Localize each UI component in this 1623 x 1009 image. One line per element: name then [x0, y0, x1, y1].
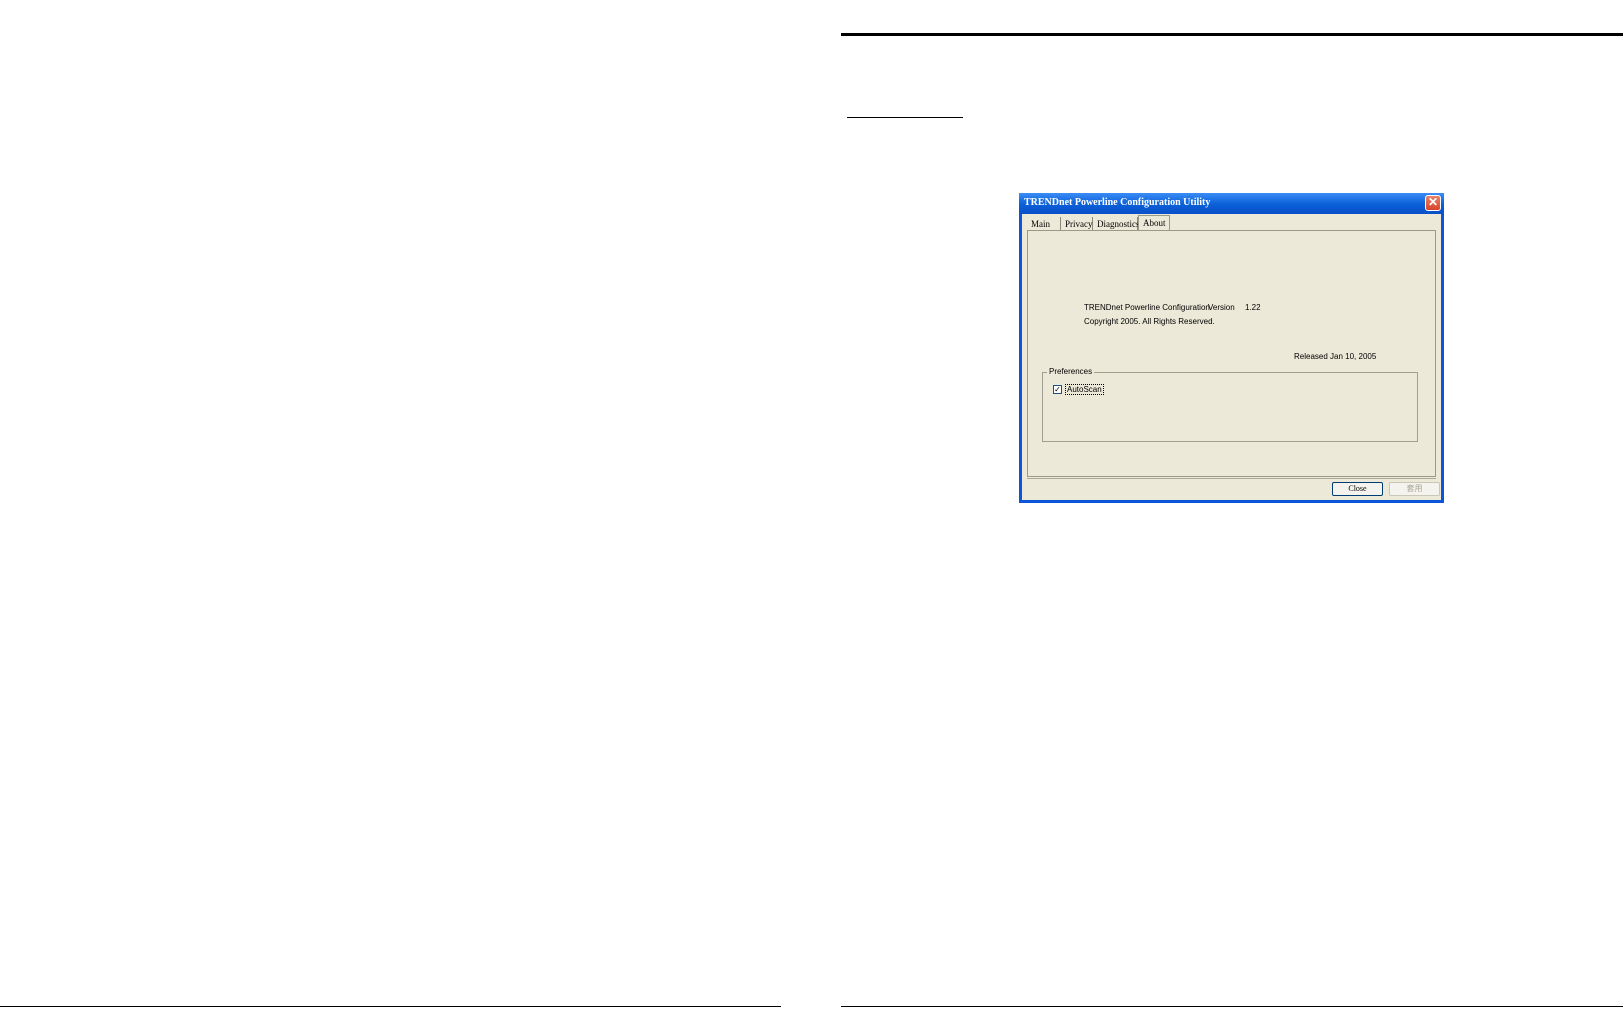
tab-privacy[interactable]: Privacy [1061, 217, 1093, 231]
footer-rule-right [841, 1006, 1623, 1007]
close-button[interactable]: Close [1332, 482, 1383, 496]
tab-diagnostics[interactable]: Diagnostics [1093, 217, 1140, 231]
version-label: Version [1208, 303, 1235, 312]
footer-divider [1027, 478, 1436, 479]
copyright-text: Copyright 2005. All Rights Reserved. [1084, 317, 1215, 326]
section-heading-underline [847, 117, 963, 118]
page-header-rule [841, 33, 1623, 36]
autoscan-label[interactable]: AutoScan [1065, 384, 1104, 395]
product-name: TRENDnet Powerline Configuration [1084, 303, 1210, 312]
apply-button[interactable]: 套用 [1389, 482, 1440, 496]
footer-rule-left [0, 1006, 781, 1007]
preferences-label: Preferences [1047, 367, 1095, 376]
checkmark-icon: ✓ [1054, 385, 1061, 394]
about-panel: TRENDnet Powerline Configuration Version… [1027, 230, 1436, 477]
window-title: TRENDnet Powerline Configuration Utility [1024, 197, 1211, 208]
title-bar[interactable]: TRENDnet Powerline Configuration Utility… [1019, 193, 1444, 214]
close-icon[interactable]: ✕ [1425, 195, 1441, 211]
tab-main[interactable]: Main [1027, 217, 1061, 231]
autoscan-checkbox[interactable]: ✓ [1053, 385, 1062, 394]
utility-window: TRENDnet Powerline Configuration Utility… [1019, 193, 1444, 503]
release-date: Released Jan 10, 2005 [1294, 352, 1377, 361]
version-value: 1.22 [1245, 303, 1261, 312]
preferences-group: Preferences ✓ AutoScan [1042, 367, 1418, 442]
